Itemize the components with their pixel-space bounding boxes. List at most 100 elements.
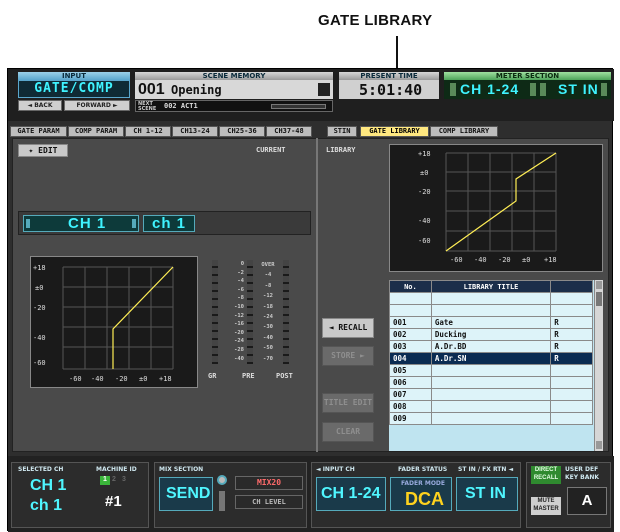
table-row[interactable]: 008	[389, 400, 593, 413]
tab-gate-library[interactable]: GATE LIBRARY	[360, 126, 429, 137]
panel-separator	[316, 138, 318, 452]
col-flag	[550, 280, 593, 293]
pre-meter	[247, 260, 253, 364]
scene-indicator	[318, 83, 330, 96]
current-label: CURRENT	[256, 146, 286, 154]
y-tick: -20	[33, 304, 46, 312]
table-row[interactable]	[389, 292, 593, 305]
table-row[interactable]: 007	[389, 388, 593, 401]
x-tick: -20	[115, 375, 128, 383]
channel-name: ch 1	[152, 215, 187, 232]
scene-memory-label: SCENE MEMORY	[135, 72, 333, 80]
selected-ch: CH 1	[30, 477, 67, 494]
mix-mode-box[interactable]: SEND	[159, 477, 213, 511]
table-row[interactable]: 002 Ducking R	[389, 328, 593, 341]
tab-ch25-36[interactable]: CH25-36	[219, 126, 265, 137]
fader-icon	[219, 491, 225, 511]
post-meter	[283, 260, 289, 364]
fader-mode: DCA	[405, 489, 444, 509]
meter-stin-left-arrow[interactable]	[540, 83, 546, 96]
x-tick: ±0	[139, 375, 147, 383]
channel-prev-arrow[interactable]	[26, 219, 30, 228]
ch-level-button[interactable]: CH LEVEL	[235, 495, 303, 509]
fader-mode-box[interactable]: FADER MODE DCA	[390, 477, 452, 511]
library-table: No. LIBRARY TITLE 001 Gate R 002 Ducking R 0…	[389, 280, 593, 425]
selected-ch-label: SELECTED CH	[18, 466, 64, 473]
y-tick: ±0	[420, 169, 428, 177]
mute-master-button[interactable]: MUTE MASTER	[531, 497, 561, 515]
table-row[interactable]	[389, 304, 593, 317]
title-edit-button[interactable]: TITLE EDIT	[322, 393, 374, 413]
table-row[interactable]: 009	[389, 412, 593, 425]
meter-section-box: CH 1-24 ST IN	[444, 80, 611, 99]
channel-select-strip: CH 1 ch 1	[18, 211, 311, 235]
x-tick: +18	[159, 375, 172, 383]
gr-scale: 0 -2 -4 -6 -8 -10 -12 -16 -20 -24 -28 -40	[234, 261, 244, 362]
tab-stin[interactable]: STIN	[327, 126, 357, 137]
x-tick: -40	[474, 256, 487, 264]
x-tick: -60	[450, 256, 463, 264]
scroll-up-arrow[interactable]	[596, 281, 602, 289]
table-row[interactable]: 006	[389, 376, 593, 389]
mix-section-box: MIX SECTION SEND MIX20 CH LEVEL	[154, 462, 307, 528]
scroll-down-arrow[interactable]	[596, 441, 602, 449]
fader-status-box: ◄ INPUT CH FADER STATUS ST IN / FX RTN ◄…	[311, 462, 521, 528]
tab-gate-param[interactable]: GATE PARAM	[10, 126, 67, 137]
mix-bus: MIX20	[235, 476, 303, 490]
footer-bar: SELECTED CH MACHINE ID CH 1 ch 1 1 2 3 #…	[8, 456, 614, 532]
machine-1-indicator: 1	[100, 476, 110, 485]
present-time: 5:01:40	[359, 81, 423, 99]
y-tick: ±0	[35, 284, 43, 292]
pre-post-scale: OVER -4 -8 -12 -18 -24 -30 -40 -50 -70	[261, 262, 275, 362]
tab-ch-1-12[interactable]: CH 1-12	[125, 126, 171, 137]
channel-next-arrow[interactable]	[132, 219, 136, 228]
back-button[interactable]: ◄ BACK	[18, 100, 62, 111]
knob-icon[interactable]	[217, 475, 227, 485]
table-row[interactable]: 003 A.Dr.BD R	[389, 340, 593, 353]
meter-ch-left-arrow[interactable]	[450, 83, 456, 96]
tab-ch37-48[interactable]: CH37-48	[266, 126, 312, 137]
recall-button[interactable]: ◄ RECALL	[322, 318, 374, 338]
gr-meter	[212, 260, 218, 364]
x-tick: +18	[544, 256, 557, 264]
edit-button[interactable]: ✦ EDIT	[18, 144, 68, 157]
meter-ch[interactable]: CH 1-24	[460, 81, 519, 97]
input-ch-label: ◄ INPUT CH	[316, 466, 355, 473]
post-label: POST	[276, 372, 293, 380]
present-time-box: 5:01:40	[339, 80, 439, 99]
next-scene-label: NEXT SCENE	[138, 101, 157, 112]
tab-comp-param[interactable]: COMP PARAM	[68, 126, 124, 137]
user-def-bank[interactable]: A	[567, 487, 607, 515]
y-tick: +18	[33, 264, 46, 272]
y-tick: -20	[418, 188, 431, 196]
machine-id: #1	[105, 493, 122, 510]
scroll-thumb[interactable]	[596, 292, 602, 306]
stin-box[interactable]: ST IN	[456, 477, 518, 511]
library-scrollbar[interactable]	[594, 280, 603, 451]
table-row-selected[interactable]: 004 A.Dr.SN R	[389, 352, 593, 365]
table-row[interactable]: 005	[389, 364, 593, 377]
tab-ch13-24[interactable]: CH13-24	[172, 126, 218, 137]
library-table-header: No. LIBRARY TITLE	[389, 280, 593, 293]
pre-label: PRE	[242, 372, 255, 380]
input-ch-box[interactable]: CH 1-24	[316, 477, 386, 511]
meter-stin[interactable]: ST IN	[558, 81, 599, 97]
tab-comp-library[interactable]: COMP LIBRARY	[430, 126, 498, 137]
scene-number: 001	[138, 81, 165, 98]
channel-select[interactable]: CH 1	[23, 215, 139, 232]
meter-ch-right-arrow[interactable]	[530, 83, 536, 96]
machine-id-label: MACHINE ID	[96, 466, 137, 473]
gate-library-callout: GATE LIBRARY	[318, 12, 433, 29]
forward-button[interactable]: FORWARD ►	[64, 100, 130, 111]
direct-recall-button[interactable]: DIRECT RECALL	[531, 466, 561, 484]
table-row[interactable]: 001 Gate R	[389, 316, 593, 329]
x-tick: -60	[69, 375, 82, 383]
fader-mode-label: FADER MODE	[401, 480, 445, 487]
channel-name-box: ch 1	[143, 215, 195, 232]
col-title: LIBRARY TITLE	[430, 280, 552, 293]
store-button[interactable]: STORE ►	[322, 346, 374, 366]
meter-stin-right-arrow[interactable]	[601, 83, 607, 96]
next-scene: 002 ACT1	[164, 102, 198, 110]
library-gate-graph-svg: +18 ±0 -20 -40 -60 -60 -40 -20 ±0 +18	[418, 150, 557, 264]
clear-button[interactable]: CLEAR	[322, 422, 374, 442]
